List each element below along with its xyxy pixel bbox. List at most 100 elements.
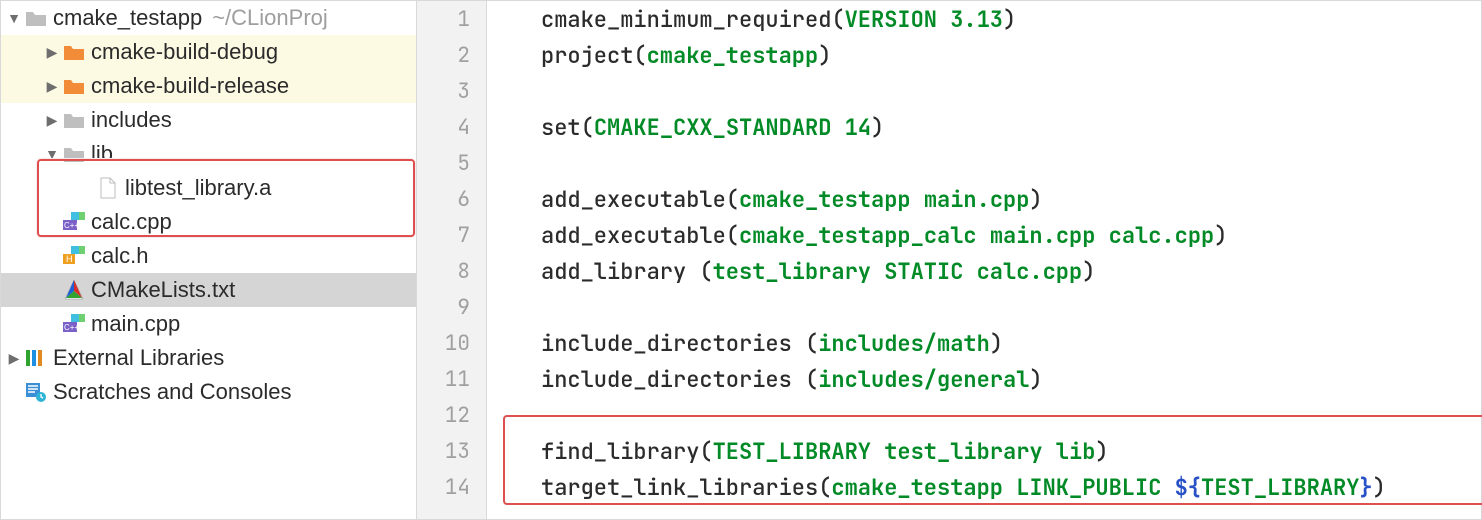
cmake-file-icon bbox=[61, 279, 87, 301]
svg-text:C++: C++ bbox=[64, 323, 79, 332]
line-number: 7 bbox=[417, 217, 486, 253]
tree-label: libtest_library.a bbox=[121, 175, 271, 201]
code-token: ) bbox=[871, 113, 884, 142]
code-token: find_library( bbox=[541, 437, 713, 466]
line-number: 11 bbox=[417, 361, 486, 397]
code-token: includes/math bbox=[818, 329, 990, 358]
editor-gutter: 1234567891011121314 bbox=[417, 1, 487, 519]
tree-label: calc.h bbox=[87, 243, 148, 269]
code-line[interactable] bbox=[487, 145, 1481, 181]
code-token: include_directories ( bbox=[541, 329, 818, 358]
tree-label: External Libraries bbox=[49, 345, 224, 371]
code-token: includes/general bbox=[818, 365, 1029, 394]
ide-window: ▼ cmake_testapp ~/CLionProj ▶ cmake-build… bbox=[0, 0, 1482, 520]
chevron-right-icon[interactable]: ▶ bbox=[43, 112, 61, 129]
code-token: ) bbox=[1095, 437, 1108, 466]
line-number: 6 bbox=[417, 181, 486, 217]
project-tree[interactable]: ▼ cmake_testapp ~/CLionProj ▶ cmake-build… bbox=[1, 1, 417, 519]
code-line[interactable]: add_library (test_library STATIC calc.cp… bbox=[487, 253, 1481, 289]
code-token: cmake_testapp LINK_PUBLIC bbox=[831, 473, 1174, 502]
code-token: cmake_testapp_calc main.cpp calc.cpp bbox=[739, 221, 1214, 250]
chevron-down-icon[interactable]: ▼ bbox=[43, 146, 61, 162]
cpp-file-icon: C++ bbox=[61, 212, 87, 232]
folder-grey-icon bbox=[61, 145, 87, 163]
project-root[interactable]: ▼ cmake_testapp ~/CLionProj bbox=[1, 1, 416, 35]
tree-item[interactable]: ▶ cmake-build-debug bbox=[1, 35, 416, 69]
code-line[interactable]: add_executable(cmake_testapp main.cpp) bbox=[487, 181, 1481, 217]
line-number: 14 bbox=[417, 469, 486, 505]
line-number: 3 bbox=[417, 73, 486, 109]
folder-orange-icon bbox=[61, 43, 87, 61]
tree-item[interactable]: ▶ External Libraries bbox=[1, 341, 416, 375]
code-token: add_executable( bbox=[541, 185, 739, 214]
tree-path-hint: ~/CLionProj bbox=[202, 5, 328, 31]
tree-label: cmake-build-release bbox=[87, 73, 289, 99]
line-number: 4 bbox=[417, 109, 486, 145]
tree-label: cmake_testapp bbox=[49, 5, 202, 31]
folder-grey-icon bbox=[61, 111, 87, 129]
code-token: VERSION 3.13 bbox=[845, 5, 1003, 34]
code-token: ) bbox=[1214, 221, 1227, 250]
line-number: 2 bbox=[417, 37, 486, 73]
chevron-right-icon[interactable]: ▶ bbox=[5, 350, 23, 367]
code-token: cmake_minimum_required( bbox=[541, 5, 845, 34]
code-editor[interactable]: cmake_minimum_required(VERSION 3.13)proj… bbox=[487, 1, 1481, 519]
tree-item[interactable]: ▶ includes bbox=[1, 103, 416, 137]
code-token: } bbox=[1359, 473, 1372, 502]
svg-text:H: H bbox=[66, 254, 73, 264]
tree-item[interactable]: libtest_library.a bbox=[1, 171, 416, 205]
code-token: ) bbox=[1003, 5, 1016, 34]
tree-item[interactable]: Hcalc.h bbox=[1, 239, 416, 273]
tree-item[interactable]: Scratches and Consoles bbox=[1, 375, 416, 409]
code-line[interactable] bbox=[487, 73, 1481, 109]
tree-item[interactable]: C++calc.cpp bbox=[1, 205, 416, 239]
line-number: 5 bbox=[417, 145, 486, 181]
folder-icon bbox=[23, 9, 49, 27]
tree-item[interactable]: C++ main.cpp bbox=[1, 307, 416, 341]
line-number: 13 bbox=[417, 433, 486, 469]
tree-label: calc.cpp bbox=[87, 209, 172, 235]
code-line[interactable]: include_directories (includes/general) bbox=[487, 361, 1481, 397]
code-token: TEST_LIBRARY bbox=[1201, 473, 1359, 502]
tree-item[interactable]: CMakeLists.txt bbox=[1, 273, 416, 307]
tree-item[interactable]: ▼ lib bbox=[1, 137, 416, 171]
line-number: 1 bbox=[417, 1, 486, 37]
code-line[interactable]: target_link_libraries(cmake_testapp LINK… bbox=[487, 469, 1481, 505]
scratch-icon bbox=[23, 382, 49, 402]
chevron-down-icon[interactable]: ▼ bbox=[5, 10, 23, 26]
chevron-right-icon[interactable]: ▶ bbox=[43, 44, 61, 61]
line-number: 9 bbox=[417, 289, 486, 325]
code-token: ) bbox=[818, 41, 831, 70]
ext-libs-icon bbox=[23, 348, 49, 368]
chevron-right-icon[interactable]: ▶ bbox=[43, 78, 61, 95]
code-token: CMAKE_CXX_STANDARD 14 bbox=[594, 113, 871, 142]
tree-label: lib bbox=[87, 141, 113, 167]
code-token: test_library STATIC calc.cpp bbox=[713, 257, 1083, 286]
code-line[interactable]: include_directories (includes/math) bbox=[487, 325, 1481, 361]
code-token: cmake_testapp bbox=[647, 41, 819, 70]
tree-label: includes bbox=[87, 107, 172, 133]
tree-label: main.cpp bbox=[87, 311, 180, 337]
tree-label: cmake-build-debug bbox=[87, 39, 278, 65]
code-line[interactable] bbox=[487, 397, 1481, 433]
code-line[interactable]: add_executable(cmake_testapp_calc main.c… bbox=[487, 217, 1481, 253]
cpp-file-icon: C++ bbox=[61, 314, 87, 334]
code-token: cmake_testapp main.cpp bbox=[739, 185, 1029, 214]
line-number: 10 bbox=[417, 325, 486, 361]
code-token: ) bbox=[1373, 473, 1386, 502]
code-token: add_executable( bbox=[541, 221, 739, 250]
code-line[interactable]: project(cmake_testapp) bbox=[487, 37, 1481, 73]
file-blank-icon bbox=[95, 177, 121, 199]
code-line[interactable]: cmake_minimum_required(VERSION 3.13) bbox=[487, 1, 1481, 37]
code-line[interactable]: find_library(TEST_LIBRARY test_library l… bbox=[487, 433, 1481, 469]
tree-item[interactable]: ▶ cmake-build-release bbox=[1, 69, 416, 103]
code-token: add_library ( bbox=[541, 257, 713, 286]
tree-label: Scratches and Consoles bbox=[49, 379, 291, 405]
code-token: set( bbox=[541, 113, 594, 142]
folder-orange-icon bbox=[61, 77, 87, 95]
code-token: TEST_LIBRARY test_library lib bbox=[713, 437, 1096, 466]
code-token: ) bbox=[1029, 185, 1042, 214]
code-line[interactable]: set(CMAKE_CXX_STANDARD 14) bbox=[487, 109, 1481, 145]
tree-label: CMakeLists.txt bbox=[87, 277, 235, 303]
code-line[interactable] bbox=[487, 289, 1481, 325]
